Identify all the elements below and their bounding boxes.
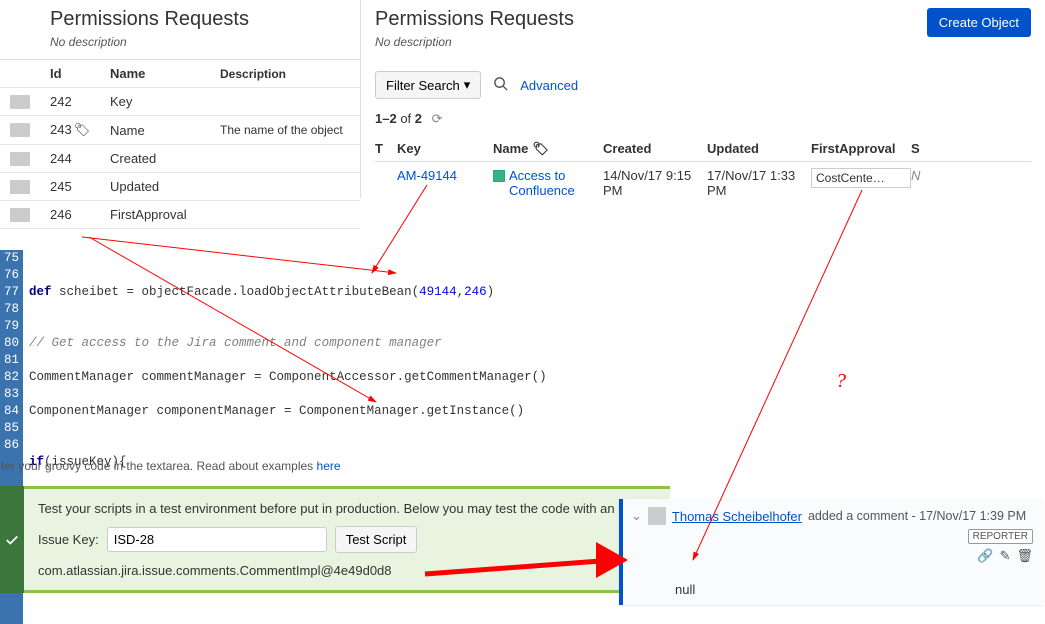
attr-desc: The name of the object [220, 123, 356, 137]
col-key: Key [397, 141, 493, 156]
col-firstapproval: FirstApproval [811, 141, 911, 156]
panel-right-title: Permissions Requests [375, 8, 574, 31]
object-key-link[interactable]: AM-49144 [397, 168, 493, 183]
attr-id: 242 [50, 94, 110, 109]
object-s: N [911, 168, 925, 183]
advanced-link[interactable]: Advanced [520, 78, 578, 93]
comment-meta: added a comment - 17/Nov/17 1:39 PM [808, 509, 1026, 523]
attributes-header: Id Name Description [0, 60, 360, 88]
col-updated: Updated [707, 141, 811, 156]
edit-icon[interactable]: ✎ [1000, 548, 1011, 564]
panel-left-subtitle: No description [50, 35, 360, 49]
attr-id: 243 🏷 [50, 122, 110, 138]
attr-name: Name [110, 123, 220, 138]
test-panel: Test your scripts in a test environment … [0, 486, 670, 593]
firstapproval-cell[interactable]: CostCente… [811, 168, 911, 188]
attribute-row[interactable]: 246 FirstApproval [0, 201, 360, 229]
delete-icon[interactable]: 🗑 [1016, 548, 1033, 564]
chevron-down-icon: ▾ [464, 77, 471, 93]
reporter-badge: REPORTER [968, 529, 1033, 544]
comment-author-link[interactable]: Thomas Scheibelhofer [672, 509, 802, 524]
search-icon[interactable] [493, 76, 508, 94]
col-t: T [375, 141, 397, 156]
object-row[interactable]: AM-49144 Access to Confluence 14/Nov/17 … [375, 162, 1031, 198]
check-icon [5, 533, 19, 547]
refresh-icon[interactable]: ⟳ [432, 111, 443, 127]
panel-left-title: Permissions Requests [50, 8, 360, 31]
col-id: Id [50, 66, 110, 81]
object-updated: 17/Nov/17 1:33 PM [707, 168, 811, 198]
attribute-row[interactable]: 242 Key [0, 88, 360, 116]
issue-key-input[interactable] [107, 527, 327, 552]
objects-panel: Permissions Requests No description Crea… [360, 0, 1045, 198]
drag-handle-icon[interactable] [10, 152, 30, 166]
col-name: Name [110, 66, 220, 81]
attr-id: 244 [50, 151, 110, 166]
comment-body: null [631, 564, 1033, 601]
create-object-button[interactable]: Create Object [927, 8, 1031, 37]
comment-actions: 🔗 ✎ 🗑 [631, 548, 1033, 564]
document-icon [493, 170, 505, 182]
comment-card: ⌄ Thomas Scheibelhofer added a comment -… [619, 499, 1043, 605]
panel-right-subtitle: No description [375, 35, 574, 49]
test-script-button[interactable]: Test Script [335, 526, 418, 553]
col-s: S [911, 141, 925, 156]
attributes-panel: Permissions Requests No description Id N… [0, 0, 360, 229]
tag-icon: 🏷 [532, 141, 549, 157]
attribute-row[interactable]: 243 🏷 Name The name of the object [0, 116, 360, 145]
search-bar: Filter Search▾ Advanced [375, 71, 1031, 99]
issue-key-label: Issue Key: [38, 532, 99, 547]
collapse-icon[interactable]: ⌄ [631, 508, 642, 524]
col-created: Created [603, 141, 707, 156]
success-stripe [0, 486, 24, 593]
attr-id: 245 [50, 179, 110, 194]
attr-name: Key [110, 94, 220, 109]
attr-name: Updated [110, 179, 220, 194]
avatar [648, 507, 666, 525]
drag-handle-icon[interactable] [10, 180, 30, 194]
drag-handle-icon[interactable] [10, 123, 30, 137]
attributes-table: Id Name Description 242 Key 243 🏷 Name T… [0, 59, 360, 229]
objects-header: T Key Name🏷 Created Updated FirstApprova… [375, 141, 1031, 162]
tag-icon: 🏷 [74, 122, 91, 138]
objects-table: T Key Name🏷 Created Updated FirstApprova… [375, 141, 1031, 198]
attr-id: 246 [50, 207, 110, 222]
col-name-h: Name🏷 [493, 141, 603, 157]
drag-handle-icon[interactable] [10, 208, 30, 222]
question-mark-annotation: ? [836, 370, 846, 393]
attr-name: FirstApproval [110, 207, 220, 222]
attribute-row[interactable]: 245 Updated [0, 173, 360, 201]
script-output: com.atlassian.jira.issue.comments.Commen… [38, 563, 656, 578]
object-created: 14/Nov/17 9:15 PM [603, 168, 707, 198]
code-note: ter your groovy code in the textarea. Re… [0, 459, 341, 473]
object-name-link[interactable]: Access to Confluence [509, 168, 603, 198]
col-desc: Description [220, 67, 356, 81]
drag-handle-icon[interactable] [10, 95, 30, 109]
attr-name: Created [110, 151, 220, 166]
permalink-icon[interactable]: 🔗 [977, 548, 993, 564]
examples-link[interactable]: here [317, 459, 341, 473]
pagination: 1–2 of 2 ⟳ [375, 111, 1031, 127]
filter-search-button[interactable]: Filter Search▾ [375, 71, 481, 99]
test-intro: Test your scripts in a test environment … [38, 501, 656, 516]
attribute-row[interactable]: 244 Created [0, 145, 360, 173]
